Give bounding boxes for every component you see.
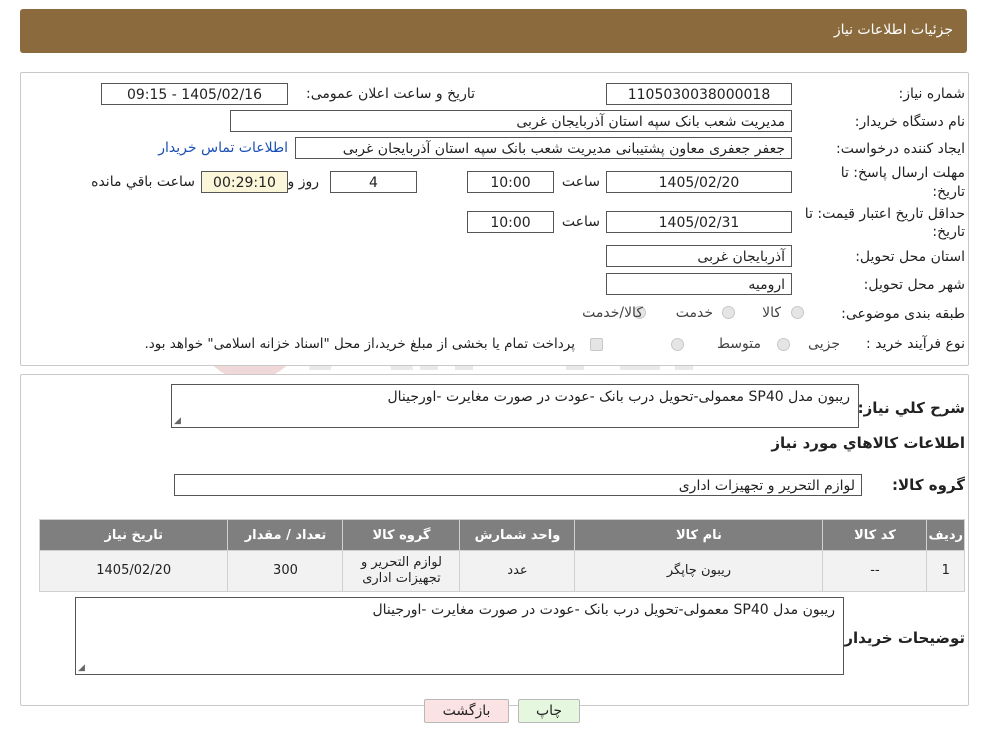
price-validity-time-field: 10:00 xyxy=(467,211,554,233)
delivery-province-label: استان محل تحویل: xyxy=(855,249,965,265)
process-radio-medium[interactable] xyxy=(671,338,684,351)
deadline-date-field: 1405/02/20 xyxy=(606,171,792,193)
days-label: روز و xyxy=(287,174,320,190)
creator-label: ایجاد کننده درخواست: xyxy=(836,141,965,157)
buyer-notes-textarea[interactable]: ریبون مدل SP40 معمولی-تحویل درب بانک -عو… xyxy=(75,597,844,675)
category-option-goods-service: کالا/خدمت xyxy=(582,305,643,321)
page-title: جزئیات اطلاعات نیاز xyxy=(833,22,953,38)
process-treasury-note: پرداخت تمام یا بخشی از مبلغ خرید،از محل … xyxy=(144,336,575,352)
goods-group-field: لوازم التحریر و تجهیزات اداری xyxy=(174,474,862,496)
process-treasury-checkbox[interactable] xyxy=(590,338,603,351)
summary-textarea[interactable]: ریبون مدل SP40 معمولی-تحویل درب بانک -عو… xyxy=(171,384,859,428)
page-header: جزئیات اطلاعات نیاز xyxy=(20,9,967,53)
col-header-unit: واحد شمارش xyxy=(459,519,576,551)
goods-group-label: گروه کالا: xyxy=(892,476,965,494)
category-radio-goods[interactable] xyxy=(791,306,804,319)
price-validity-time-label: ساعت xyxy=(561,214,600,230)
announce-datetime-label: تاریخ و ساعت اعلان عمومی: xyxy=(306,86,475,102)
deadline-label: مهلت ارسال پاسخ: تا xyxy=(840,165,965,181)
goods-info-title: اطلاعات کالاهاي مورد نياز xyxy=(771,434,965,452)
col-header-row: ردیف xyxy=(926,519,965,551)
need-number-field: 1105030038000018 xyxy=(606,83,792,105)
process-radio-minor[interactable] xyxy=(777,338,790,351)
buyer-org-field: مدیریت شعب بانک سپه استان آذربایجان غربی xyxy=(230,110,792,132)
back-button[interactable]: بازگشت xyxy=(424,699,509,723)
remaining-days-field: 4 xyxy=(330,171,417,193)
cell-name: ریبون چاپگر xyxy=(574,550,824,592)
deadline-time-label: ساعت xyxy=(561,174,600,190)
process-option-minor: جزیی xyxy=(808,336,840,352)
table-row: 1 -- ریبون چاپگر عدد لوازم التحریر و تجه… xyxy=(38,550,965,592)
cell-date: 1405/02/20 xyxy=(38,550,229,592)
cell-row: 1 xyxy=(926,550,965,592)
buyer-org-label: نام دستگاه خریدار: xyxy=(854,114,965,130)
resize-grip-icon[interactable]: ◢ xyxy=(174,416,181,426)
process-option-medium: متوسط xyxy=(717,336,761,352)
price-validity-date-field: 1405/02/31 xyxy=(606,211,792,233)
summary-label: شرح کلي نياز: xyxy=(857,399,965,417)
price-validity-label: حداقل تاریخ اعتبار قیمت: تا xyxy=(804,206,965,222)
category-label: طبقه بندی موضوعی: xyxy=(841,306,965,322)
cell-code: -- xyxy=(822,550,928,592)
announce-datetime-field: 1405/02/16 - 09:15 xyxy=(101,83,288,105)
items-table: ردیف کد کالا نام کالا واحد شمارش گروه کا… xyxy=(38,519,965,592)
buyer-notes-text: ریبون مدل SP40 معمولی-تحویل درب بانک -عو… xyxy=(372,602,835,618)
items-table-header: ردیف کد کالا نام کالا واحد شمارش گروه کا… xyxy=(38,519,965,551)
col-header-quantity: تعداد / مقدار xyxy=(227,519,344,551)
buyer-contact-link[interactable]: اطلاعات تماس خریدار xyxy=(158,140,288,156)
remaining-time-label: ساعت باقي مانده xyxy=(91,174,195,190)
delivery-city-field: ارومیه xyxy=(606,273,792,295)
col-header-date: تاریخ نیاز xyxy=(38,519,229,551)
category-radio-service[interactable] xyxy=(722,306,735,319)
purchase-process-label: نوع فرآیند خرید : xyxy=(866,336,965,352)
category-option-service: خدمت xyxy=(675,305,713,321)
cell-quantity: 300 xyxy=(227,550,344,592)
col-header-name: نام کالا xyxy=(574,519,824,551)
delivery-province-field: آذربایجان غربی xyxy=(606,245,792,267)
cell-unit: عدد xyxy=(459,550,576,592)
cell-group: لوازم التحریر و تجهیزات اداری xyxy=(342,550,461,592)
remaining-time-field: 00:29:10 xyxy=(201,171,288,193)
resize-grip-icon[interactable]: ◢ xyxy=(78,663,85,673)
buyer-notes-label: توضیحات خریدار: xyxy=(838,629,965,647)
summary-text: ریبون مدل SP40 معمولی-تحویل درب بانک -عو… xyxy=(387,389,850,405)
creator-field: جعفر جعفری معاون پشتیبانی مدیریت شعب بان… xyxy=(295,137,792,159)
deadline-time-field: 10:00 xyxy=(467,171,554,193)
delivery-city-label: شهر محل تحویل: xyxy=(863,277,965,293)
print-button[interactable]: چاپ xyxy=(518,699,580,723)
category-option-goods: کالا xyxy=(762,305,781,321)
deadline-date-label: تاریخ: xyxy=(932,184,965,200)
price-validity-date-label: تاریخ: xyxy=(932,224,965,240)
need-number-label: شماره نیاز: xyxy=(898,86,966,102)
col-header-code: کد کالا xyxy=(822,519,928,551)
col-header-group: گروه کالا xyxy=(342,519,461,551)
